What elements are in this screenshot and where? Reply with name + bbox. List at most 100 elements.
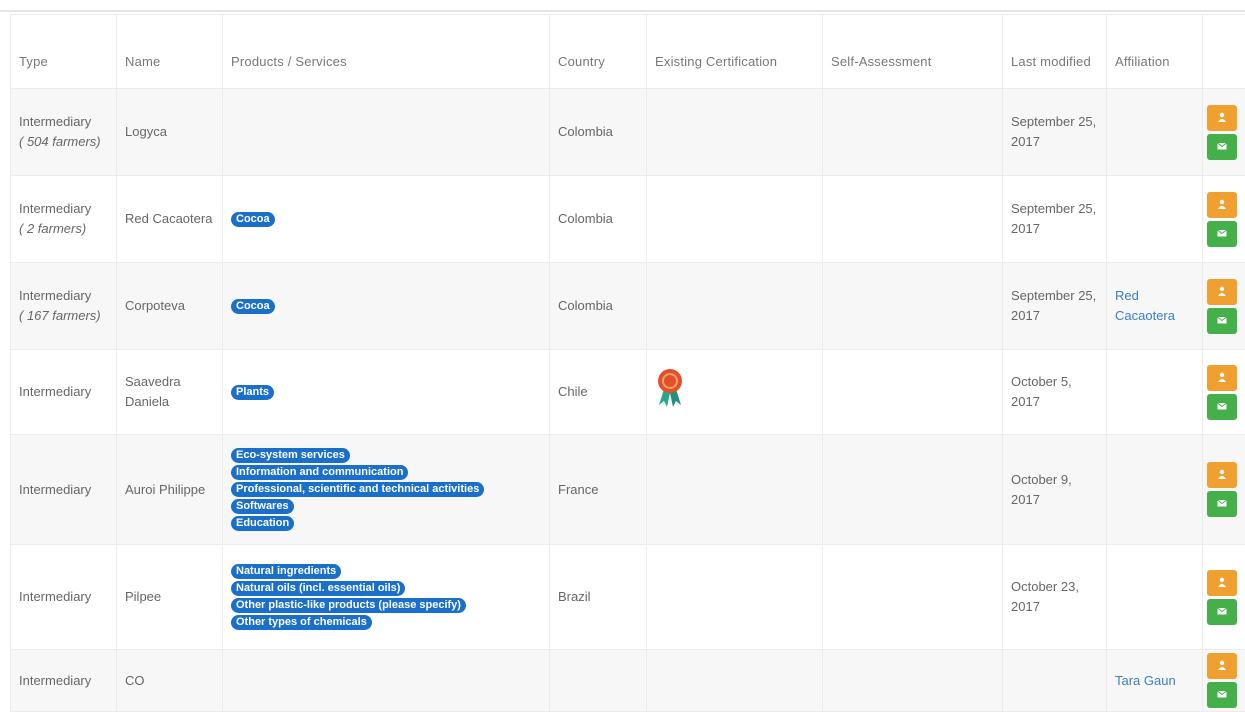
product-badge[interactable]: Education (231, 516, 294, 531)
member-name[interactable]: Logyca (125, 124, 167, 139)
profile-button[interactable] (1207, 365, 1237, 391)
cell-self-assessment (823, 89, 1003, 176)
product-badge[interactable]: Other types of chemicals (231, 615, 372, 630)
col-affiliation[interactable]: Affiliation (1107, 15, 1203, 89)
member-name[interactable]: Pilpee (125, 589, 161, 604)
col-last-modified[interactable]: Last modified (1003, 15, 1107, 89)
country-text: Colombia (558, 298, 613, 313)
cell-last-modified: October 5, 2017 (1003, 350, 1107, 435)
member-name[interactable]: Red Cacaotera (125, 211, 212, 226)
product-badge[interactable]: Cocoa (231, 212, 275, 227)
message-button[interactable] (1207, 491, 1237, 517)
cell-products: Plants (223, 350, 550, 435)
date-text: September 25, 2017 (1011, 288, 1096, 323)
award-ribbon-icon (655, 367, 685, 411)
cell-actions (1203, 350, 1245, 435)
product-badge[interactable]: Other plastic-like products (please spec… (231, 598, 466, 613)
profile-button[interactable] (1207, 653, 1237, 679)
cell-affiliation (1107, 176, 1203, 263)
table-row: Intermediary CO Tara Gaun (11, 650, 1245, 712)
cell-type: Intermediary (11, 435, 117, 545)
cell-name: Logyca (117, 89, 223, 176)
country-text: Chile (558, 384, 588, 399)
cell-type: Intermediary ( 2 farmers) (11, 176, 117, 263)
table-header: Type Name Products / Services Country Ex… (11, 15, 1245, 89)
cell-affiliation: Tara Gaun (1107, 650, 1203, 712)
message-button[interactable] (1207, 599, 1237, 625)
product-badge[interactable]: Cocoa (231, 299, 275, 314)
message-button[interactable] (1207, 221, 1237, 247)
product-badges: Cocoa (231, 211, 541, 228)
cell-actions (1203, 650, 1245, 712)
cell-certification (647, 545, 823, 650)
product-badge[interactable]: Plants (231, 385, 274, 400)
cell-affiliation: Red Cacaotera (1107, 263, 1203, 350)
member-name[interactable]: Auroi Philippe (125, 482, 205, 497)
country-text: Colombia (558, 211, 613, 226)
country-text: Colombia (558, 124, 613, 139)
profile-button[interactable] (1207, 279, 1237, 305)
envelope-icon (1217, 606, 1227, 616)
profile-button[interactable] (1207, 462, 1237, 488)
col-self-assessment[interactable]: Self-Assessment (823, 15, 1003, 89)
farmers-count: ( 2 farmers) (19, 219, 108, 239)
cell-name: Saavedra Daniela (117, 350, 223, 435)
product-badge[interactable]: Professional, scientific and technical a… (231, 482, 484, 497)
cell-affiliation (1107, 89, 1203, 176)
cell-name: Auroi Philippe (117, 435, 223, 545)
cell-last-modified: September 25, 2017 (1003, 263, 1107, 350)
col-certification[interactable]: Existing Certification (647, 15, 823, 89)
farmers-count: ( 504 farmers) (19, 132, 108, 152)
cell-products: Cocoa (223, 176, 550, 263)
col-actions (1203, 15, 1245, 89)
cell-type: Intermediary( 167 farmers) (11, 263, 117, 350)
col-products[interactable]: Products / Services (223, 15, 550, 89)
cell-affiliation (1107, 545, 1203, 650)
envelope-icon (1217, 141, 1227, 151)
type-text: Intermediary (19, 482, 91, 497)
profile-button[interactable] (1207, 192, 1237, 218)
members-table: Type Name Products / Services Country Ex… (10, 14, 1245, 712)
table-row: Intermediary Saavedra Daniela Plants Chi… (11, 350, 1245, 435)
cell-type: Intermediary (11, 650, 117, 712)
affiliation-link[interactable]: Tara Gaun (1115, 673, 1176, 688)
cell-affiliation (1107, 435, 1203, 545)
date-text: October 9, 2017 (1011, 472, 1072, 507)
person-icon (1217, 660, 1227, 670)
message-button[interactable] (1207, 682, 1237, 708)
cell-products: Cocoa (223, 263, 550, 350)
product-badge[interactable]: Eco-system services (231, 448, 350, 463)
type-text: Intermediary (19, 201, 91, 216)
product-badge[interactable]: Softwares (231, 499, 294, 514)
envelope-icon (1217, 689, 1227, 699)
member-name[interactable]: CO (125, 673, 145, 688)
cell-type: Intermediary( 504 farmers) (11, 89, 117, 176)
col-country[interactable]: Country (550, 15, 647, 89)
cell-products (223, 650, 550, 712)
type-text: Intermediary (19, 288, 91, 303)
table-row: Intermediary ( 2 farmers) Red Cacaotera C… (11, 176, 1245, 263)
message-button[interactable] (1207, 134, 1237, 160)
cell-country: Chile (550, 350, 647, 435)
message-button[interactable] (1207, 308, 1237, 334)
cell-name: Pilpee (117, 545, 223, 650)
member-name[interactable]: Saavedra Daniela (125, 374, 181, 409)
col-type[interactable]: Type (11, 15, 117, 89)
member-name[interactable]: Corpoteva (125, 298, 185, 313)
profile-button[interactable] (1207, 105, 1237, 131)
cell-last-modified: October 9, 2017 (1003, 435, 1107, 545)
message-button[interactable] (1207, 394, 1237, 420)
profile-button[interactable] (1207, 570, 1237, 596)
col-name[interactable]: Name (117, 15, 223, 89)
country-text: Brazil (558, 589, 591, 604)
product-badge[interactable]: Natural oils (incl. essential oils) (231, 581, 405, 596)
cell-name: Red Cacaotera (117, 176, 223, 263)
affiliation-link[interactable]: Red Cacaotera (1115, 288, 1175, 323)
product-badge[interactable]: Information and communication (231, 465, 408, 480)
product-badges: Plants (231, 384, 541, 401)
product-badges: Cocoa (231, 298, 541, 315)
cell-certification (647, 89, 823, 176)
product-badge[interactable]: Natural ingredients (231, 564, 341, 579)
cell-name: CO (117, 650, 223, 712)
person-icon (1217, 112, 1227, 122)
